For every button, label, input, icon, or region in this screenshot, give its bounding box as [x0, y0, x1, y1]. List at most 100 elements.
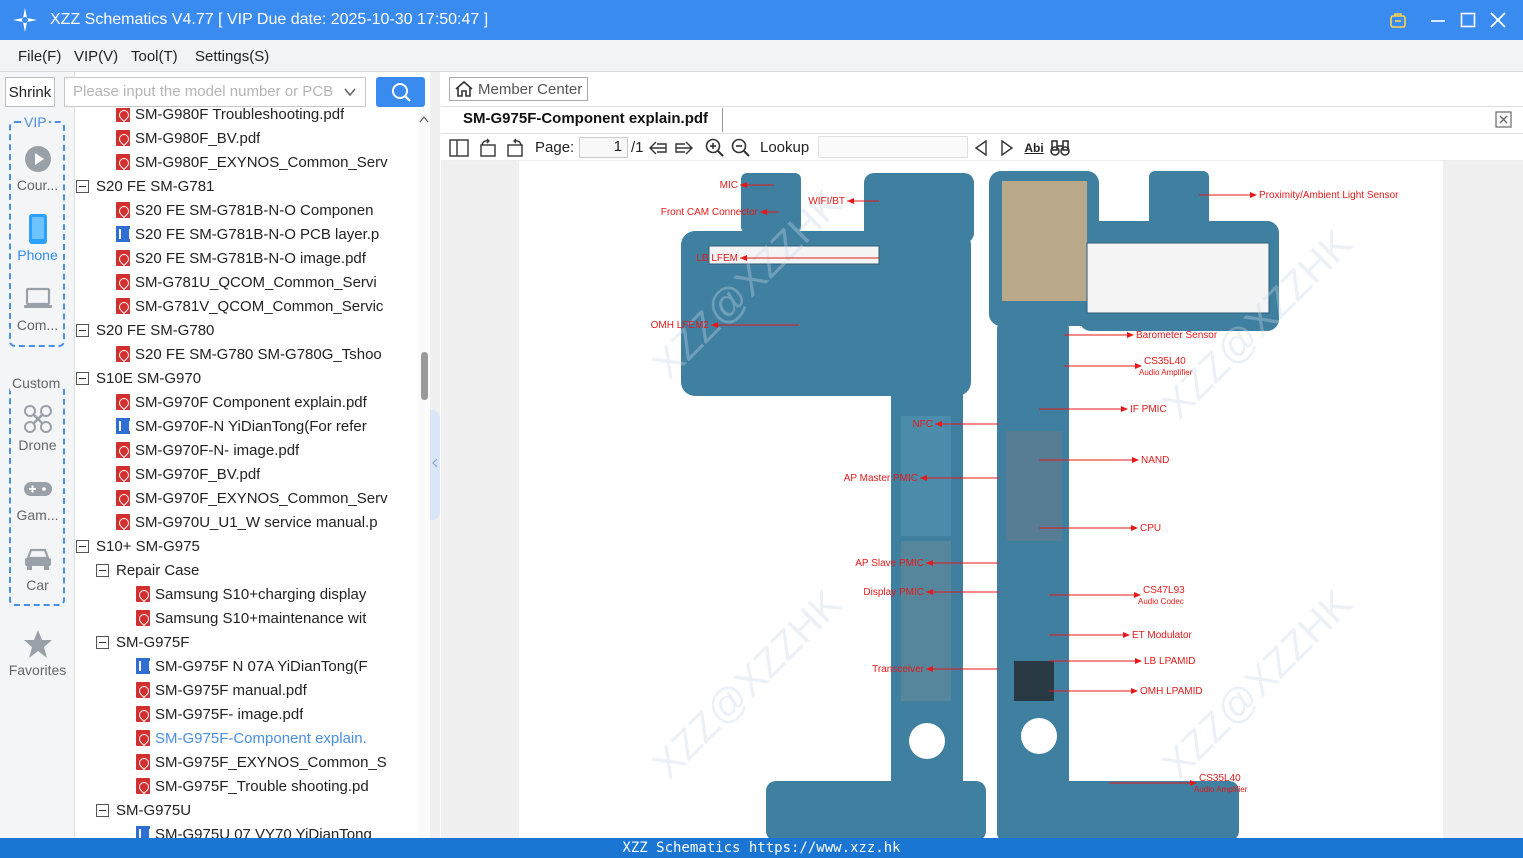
tree-file[interactable]: S20 FE SM-G781B-N-O image.pdf: [116, 246, 418, 270]
menu-file[interactable]: File(F): [18, 48, 61, 65]
collapse-icon[interactable]: [76, 179, 89, 193]
pdf-canvas[interactable]: XZZ@XZZHK XZZ@XZZHK XZZ@XZZHK XZZ@XZZHK …: [441, 161, 1523, 838]
vip-bag-icon[interactable]: [1386, 8, 1410, 32]
tree-folder[interactable]: S20 FE SM-G781: [76, 174, 418, 198]
nav-item-car[interactable]: Car: [0, 543, 75, 593]
binoculars-icon[interactable]: [1050, 138, 1070, 158]
tree-item-label: SM-G781U_QCOM_Common_Servi: [135, 273, 377, 291]
tree-file[interactable]: SM-G975F_Trouble shooting.pd: [136, 774, 418, 798]
menu-vip[interactable]: VIP(V): [74, 48, 118, 65]
callout-arrow: [1131, 688, 1138, 694]
tree-folder[interactable]: S10+ SM-G975: [76, 534, 418, 558]
nav-item-label: Drone: [18, 437, 57, 453]
tree-file[interactable]: SM-G970F-N- image.pdf: [116, 438, 418, 462]
chevron-down-icon[interactable]: [343, 85, 357, 99]
tree-file[interactable]: SM-G975F-Component explain.: [136, 726, 418, 750]
close-tab-icon[interactable]: [1495, 111, 1512, 128]
callout-sublabel: Audio Codec: [1138, 597, 1184, 606]
tree-file[interactable]: SM-G970U_U1_W service manual.p: [116, 510, 418, 534]
tree-item-label: S20 FE SM-G780 SM-G780G_Tshoo: [135, 345, 382, 363]
tree-item-label: S20 FE SM-G780: [96, 321, 215, 339]
tree-file[interactable]: SM-G970F_EXYNOS_Common_Serv: [116, 486, 418, 510]
member-center-button[interactable]: Member Center: [449, 77, 588, 101]
callout-label: MIC: [720, 180, 738, 191]
search-icon: [391, 83, 411, 102]
tree-file[interactable]: SM-G975F N 07A YiDianTong(F: [136, 654, 418, 678]
tree-folder[interactable]: SM-G975F: [96, 630, 418, 654]
next-page-icon[interactable]: [674, 138, 694, 158]
tree-folder[interactable]: S10E SM-G970: [76, 366, 418, 390]
lookup-input[interactable]: [818, 136, 968, 158]
pdf-file-icon: [136, 778, 150, 794]
tree-scroll-thumb[interactable]: [421, 352, 428, 400]
tree-file[interactable]: SM-G980F Troubleshooting.pdf: [116, 108, 418, 126]
nav-item-computer[interactable]: Com...: [0, 283, 75, 333]
tree-file[interactable]: SM-G980F_BV.pdf: [116, 126, 418, 150]
search-button[interactable]: [376, 77, 425, 107]
pdf-file-icon: [116, 250, 130, 266]
tree-file[interactable]: SM-G970F Component explain.pdf: [116, 390, 418, 414]
tree-item-label: SM-G970U_U1_W service manual.p: [135, 513, 378, 531]
tree-folder[interactable]: S20 FE SM-G780: [76, 318, 418, 342]
tree-file[interactable]: SM-G980F_EXYNOS_Common_Serv: [116, 150, 418, 174]
nav-item-course[interactable]: Cour...: [0, 143, 75, 193]
minimize-button[interactable]: [1426, 8, 1450, 32]
menu-tool[interactable]: Tool(T): [131, 48, 178, 65]
tree-file[interactable]: SM-G970F-N YiDianTong(For refer: [116, 414, 418, 438]
tree-file[interactable]: SM-G781U_QCOM_Common_Servi: [116, 270, 418, 294]
tree-file[interactable]: SM-G975F manual.pdf: [136, 678, 418, 702]
scroll-up-icon[interactable]: [419, 115, 429, 123]
menu-settings[interactable]: Settings(S): [195, 48, 269, 65]
nav-item-drone[interactable]: Drone: [0, 403, 75, 453]
watermark: XZZ@XZZHK: [644, 581, 850, 787]
rotate-left-icon[interactable]: [478, 138, 498, 158]
zoom-in-icon[interactable]: [705, 138, 725, 158]
callout-label: IF PMIC: [1130, 404, 1167, 415]
pdf-file-icon: [136, 706, 150, 722]
tree-file[interactable]: Samsung S10+maintenance wit: [136, 606, 418, 630]
tree-item-label: SM-G975F-Component explain.: [155, 729, 367, 747]
tree-file[interactable]: SM-G975F- image.pdf: [136, 702, 418, 726]
collapse-icon[interactable]: [76, 371, 89, 385]
vip-group-label: VIP: [22, 114, 49, 130]
tree-file[interactable]: SM-G781V_QCOM_Common_Servic: [116, 294, 418, 318]
nav-item-favorites[interactable]: Favorites: [0, 628, 75, 678]
nav-item-phone[interactable]: Phone: [0, 213, 75, 263]
tree-item-label: SM-G970F_EXYNOS_Common_Serv: [135, 489, 388, 507]
tree-file[interactable]: SM-G975U 07 VY70 YiDianTong: [136, 822, 418, 838]
maximize-button[interactable]: [1456, 8, 1480, 32]
collapse-icon[interactable]: [76, 539, 89, 553]
rotate-right-icon[interactable]: [505, 138, 525, 158]
nav-item-game[interactable]: Gam...: [0, 473, 75, 523]
find-next-icon[interactable]: [997, 138, 1017, 158]
tree-file[interactable]: Samsung S10+charging display: [136, 582, 418, 606]
pdf-file-icon: [116, 298, 130, 314]
tree-file[interactable]: S20 FE SM-G781B-N-O PCB layer.p: [116, 222, 418, 246]
callout-label: CPU: [1140, 523, 1161, 534]
tree-folder[interactable]: SM-G975U: [96, 798, 418, 822]
search-input[interactable]: [73, 78, 343, 104]
collapse-icon[interactable]: [96, 803, 109, 817]
page-number-input[interactable]: 1: [579, 137, 628, 158]
shrink-button[interactable]: Shrink: [5, 77, 55, 107]
collapse-icon[interactable]: [96, 563, 109, 577]
close-button[interactable]: [1486, 8, 1510, 32]
tree-folder[interactable]: Repair Case: [96, 558, 418, 582]
collapse-panel-handle[interactable]: [430, 410, 440, 520]
match-case-button[interactable]: Abi: [1023, 138, 1045, 158]
pdf-file-icon: [116, 108, 130, 122]
collapse-icon[interactable]: [96, 635, 109, 649]
tree-scrollbar[interactable]: [418, 108, 430, 838]
page-label: Page:: [535, 139, 575, 156]
tab-document[interactable]: SM-G975F-Component explain.pdf: [455, 108, 724, 132]
collapse-icon[interactable]: [76, 323, 89, 337]
pcb-file-icon: [136, 658, 151, 674]
tree-file[interactable]: SM-G975F_EXYNOS_Common_S: [136, 750, 418, 774]
find-prev-icon[interactable]: [971, 138, 991, 158]
prev-page-icon[interactable]: [648, 138, 668, 158]
tree-file[interactable]: SM-G970F_BV.pdf: [116, 462, 418, 486]
sidebar-toggle-icon[interactable]: [449, 138, 469, 158]
tree-file[interactable]: S20 FE SM-G780 SM-G780G_Tshoo: [116, 342, 418, 366]
zoom-out-icon[interactable]: [731, 138, 751, 158]
tree-file[interactable]: S20 FE SM-G781B-N-O Componen: [116, 198, 418, 222]
